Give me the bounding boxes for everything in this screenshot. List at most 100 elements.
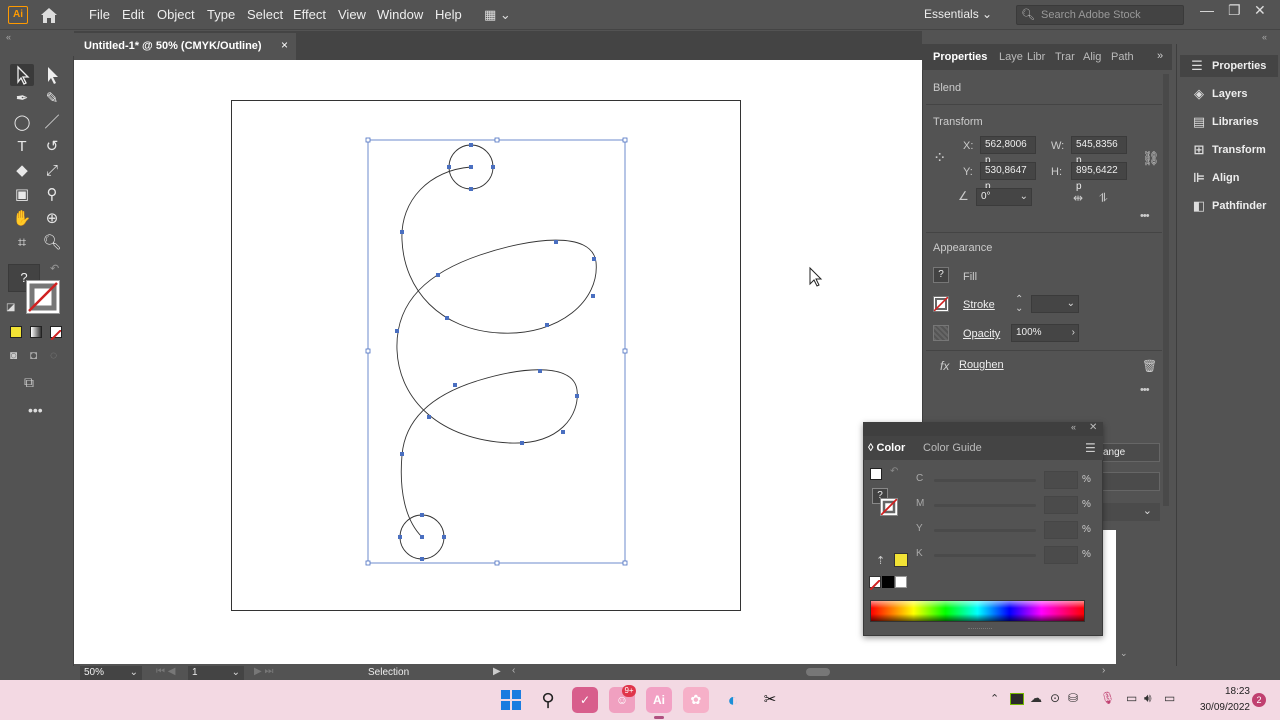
- volume-icon[interactable]: 🔊︎: [1144, 691, 1152, 706]
- flip-horizontal-icon[interactable]: ⇹: [1073, 191, 1083, 205]
- dock-transform[interactable]: ⊞ Transform: [1186, 139, 1276, 161]
- mouse-cursor: [809, 266, 823, 287]
- clock-time[interactable]: 18:23: [1212, 686, 1250, 697]
- taskbar-illustrator-icon[interactable]: Ai: [646, 687, 672, 713]
- tab-color-guide[interactable]: Color Guide: [923, 442, 982, 454]
- first-artboard-icon[interactable]: ⏮ ◀: [156, 666, 175, 677]
- dock-libraries[interactable]: ▤ Libraries: [1186, 111, 1276, 133]
- artboard-dropdown-icon[interactable]: ⌄: [232, 666, 240, 680]
- tab-properties[interactable]: Properties: [933, 51, 987, 63]
- taskbar-app-icon[interactable]: ✿: [683, 687, 709, 713]
- dock-align[interactable]: ⊫ Align: [1186, 167, 1276, 189]
- artboard-number-field[interactable]: 1 ⌄: [188, 666, 244, 680]
- height-field[interactable]: 895,6422 p: [1071, 162, 1127, 192]
- resize-grip-icon[interactable]: [968, 628, 992, 632]
- tab-color[interactable]: ◊ Color: [868, 442, 905, 454]
- out-of-gamut-icon[interactable]: ⇡: [876, 554, 885, 567]
- taskbar-app-icon[interactable]: ✓: [572, 687, 598, 713]
- partial-dropdown[interactable]: ⌄: [1100, 503, 1160, 521]
- flip-vertical-icon[interactable]: ⥮: [1099, 191, 1108, 206]
- angle-icon: ∠: [958, 189, 969, 203]
- x-label: X:: [963, 140, 974, 152]
- stroke-link[interactable]: Stroke: [963, 299, 995, 311]
- dock-pathfinder[interactable]: ◧ Pathfinder: [1186, 195, 1276, 217]
- tab-align[interactable]: Alig: [1083, 51, 1101, 63]
- partial-button[interactable]: ange: [1100, 443, 1160, 462]
- stroke-weight-field[interactable]: ⌄: [1031, 295, 1079, 313]
- horizontal-scroll-thumb[interactable]: [806, 668, 830, 676]
- clock-date[interactable]: 30/09/2022: [1192, 702, 1250, 713]
- pathfinder-icon: ◧: [1192, 198, 1206, 213]
- opacity-field[interactable]: 100% ›: [1011, 324, 1079, 342]
- tray-icon[interactable]: ⛁: [1068, 691, 1078, 705]
- w-label: W:: [1051, 140, 1065, 152]
- stroke-weight-dropdown-icon[interactable]: ⌄: [1067, 296, 1075, 312]
- rotate-field[interactable]: 0° ⌄: [976, 188, 1032, 206]
- delete-effect-icon[interactable]: 🗑︎: [1142, 359, 1157, 373]
- last-color-swatch[interactable]: [894, 553, 908, 567]
- dock-properties[interactable]: ☰ Properties: [1180, 55, 1278, 77]
- cyan-slider-row[interactable]: C%: [916, 471, 1096, 489]
- rotate-dropdown-icon[interactable]: ⌄: [1020, 189, 1028, 205]
- last-artboard-icon[interactable]: ▶ ⏭: [254, 666, 273, 677]
- tab-pathfinder[interactable]: Path: [1111, 51, 1134, 63]
- partial-button-2[interactable]: [1100, 472, 1160, 491]
- yellow-slider-row[interactable]: Y%: [916, 521, 1096, 539]
- y-label: Y:: [963, 166, 973, 178]
- black-slider-row[interactable]: K%: [916, 546, 1096, 564]
- tab-layers[interactable]: Laye: [999, 51, 1023, 63]
- taskbar-capcut-icon[interactable]: ✂: [757, 687, 783, 713]
- onedrive-icon[interactable]: ☁: [1030, 691, 1042, 705]
- constrain-proportions-icon[interactable]: ⛓: [1142, 150, 1160, 167]
- start-icon[interactable]: [498, 687, 524, 713]
- tray-icon[interactable]: ⊙: [1050, 691, 1060, 705]
- more-tabs-icon[interactable]: »: [1157, 50, 1163, 62]
- black-field[interactable]: [1044, 546, 1078, 564]
- cyan-field[interactable]: [1044, 471, 1078, 489]
- stroke-weight-stepper[interactable]: ⌃ ⌄: [1015, 295, 1023, 314]
- fill-unknown-icon[interactable]: ?: [933, 267, 949, 283]
- status-text: Selection: [368, 667, 410, 678]
- default-fill-stroke-icon[interactable]: [870, 468, 882, 480]
- magenta-slider-row[interactable]: M%: [916, 496, 1096, 514]
- windows-taskbar: [0, 680, 1280, 720]
- tab-libraries[interactable]: Libr: [1027, 51, 1045, 63]
- roughen-effect-link[interactable]: Roughen: [959, 359, 1004, 371]
- appearance-more-icon[interactable]: •••: [1140, 384, 1150, 396]
- opacity-link[interactable]: Opacity: [963, 328, 1000, 340]
- black-swatch[interactable]: [882, 576, 894, 588]
- notification-count[interactable]: 2: [1252, 693, 1266, 707]
- battery-icon[interactable]: ▭: [1164, 691, 1175, 705]
- transform-more-icon[interactable]: •••: [1140, 210, 1150, 222]
- dock-layers[interactable]: ◈ Layers: [1186, 83, 1276, 105]
- close-panel-icon[interactable]: ✕: [1089, 422, 1097, 433]
- display-icon[interactable]: ▭: [1126, 691, 1137, 705]
- stroke-none-swatch[interactable]: [880, 498, 898, 516]
- x-field[interactable]: 562,8006 p: [980, 136, 1036, 166]
- reference-point-icon[interactable]: ⁘: [933, 148, 946, 168]
- magenta-field[interactable]: [1044, 496, 1078, 514]
- collapse-panel-icon[interactable]: «: [1071, 422, 1076, 432]
- y-field[interactable]: 530,8647 p: [980, 162, 1036, 192]
- microphone-icon[interactable]: 🎙︎: [1100, 691, 1115, 705]
- nvidia-icon[interactable]: [1010, 693, 1024, 705]
- zoom-dropdown-icon[interactable]: ⌄: [130, 666, 138, 680]
- none-swatch[interactable]: [869, 576, 881, 591]
- taskbar-search-icon[interactable]: ⚲: [535, 687, 561, 713]
- yellow-field[interactable]: [1044, 521, 1078, 539]
- zoom-level-field[interactable]: 50% ⌄: [80, 666, 142, 680]
- tab-transform[interactable]: Trar: [1055, 51, 1075, 63]
- color-panel-menu-icon[interactable]: ☰: [1085, 441, 1096, 455]
- show-hidden-icons[interactable]: ⌃: [990, 692, 999, 705]
- opacity-arrow-icon[interactable]: ›: [1072, 325, 1075, 341]
- width-field[interactable]: 545,8356 p: [1071, 136, 1127, 166]
- panel-dock: [1176, 44, 1280, 666]
- taskbar-edge-icon[interactable]: ◐: [720, 687, 746, 713]
- properties-scrollbar[interactable]: [1163, 74, 1169, 506]
- fx-icon: fx: [940, 359, 950, 373]
- white-swatch[interactable]: [895, 576, 907, 588]
- stroke-swatch[interactable]: [933, 296, 949, 312]
- status-menu-icon[interactable]: ▶: [493, 666, 501, 677]
- color-panel-header[interactable]: « ✕: [863, 422, 1103, 436]
- swap-colors-icon[interactable]: ↶: [890, 466, 898, 477]
